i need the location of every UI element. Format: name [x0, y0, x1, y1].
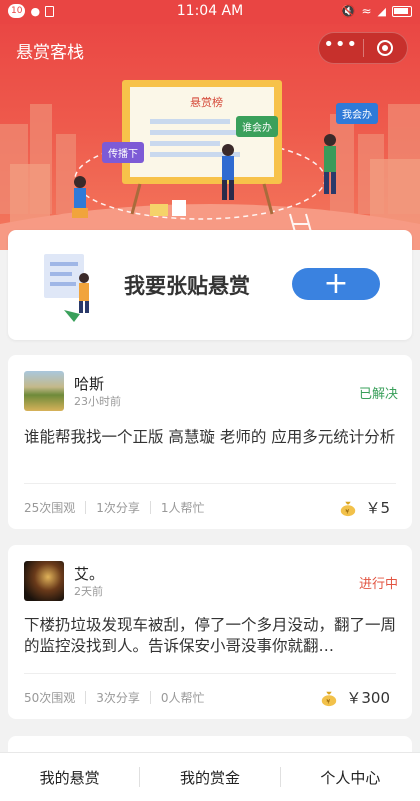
- reward: ¥ ￥300: [320, 687, 390, 708]
- tab-my-rewards[interactable]: 我的赏金: [140, 767, 279, 788]
- tag-me: 我会办: [336, 103, 378, 124]
- post-time: 23小时前: [74, 395, 121, 408]
- view-count: 25次围观: [24, 501, 76, 515]
- status-badge: 进行中: [358, 577, 398, 592]
- post-illustration-icon: [44, 254, 89, 322]
- task-content: 下楼扔垃圾发现车被刮，停了一个多月没动，翻了一周的监控没找到人。告诉保安小哥没事…: [24, 616, 397, 655]
- tab-bar: 我的悬赏 我的赏金 个人中心: [0, 752, 420, 801]
- status-bar: 10 ● 11:04 AM 🔇 ≈ ◢: [0, 0, 420, 24]
- wifi-icon: ≈: [361, 4, 372, 18]
- reward-amount: ￥5: [365, 499, 390, 517]
- helper-count: 1人帮忙: [160, 501, 205, 515]
- task-stats: 50次围观 3次分享 0人帮忙: [24, 689, 205, 706]
- post-time: 2天前: [74, 585, 103, 598]
- more-dots-icon[interactable]: •••: [319, 33, 363, 63]
- svg-text:¥: ¥: [346, 508, 350, 515]
- tag-who: 谁会办: [236, 116, 278, 137]
- money-bag-icon: ¥: [341, 501, 356, 516]
- view-count: 50次围观: [24, 691, 76, 705]
- tab-profile[interactable]: 个人中心: [281, 767, 420, 788]
- avatar: [24, 371, 64, 411]
- share-count: 3次分享: [96, 691, 140, 705]
- user-name: 哈斯: [74, 375, 105, 393]
- helper-count: 0人帮忙: [160, 691, 205, 705]
- board-title: 悬赏榜: [190, 95, 223, 109]
- reward: ¥ ￥5: [339, 497, 390, 518]
- target-circle-icon[interactable]: [364, 33, 408, 63]
- reward-amount: ￥300: [346, 689, 390, 707]
- task-card[interactable]: 哈斯 23小时前 已解决 谁能帮我找一个正版 高慧璇 老师的 应用多元统计分析 …: [8, 355, 412, 529]
- avatar: [24, 561, 64, 601]
- header-banner: 悬赏客栈 ••• 悬赏榜 传播下 谁会办 我会办: [0, 24, 420, 250]
- share-count: 1次分享: [96, 501, 140, 515]
- svg-text:¥: ¥: [327, 698, 331, 705]
- app-title: 悬赏客栈: [16, 43, 84, 63]
- status-badge: 已解决: [358, 387, 398, 402]
- task-card[interactable]: 艾。 2天前 进行中 下楼扔垃圾发现车被刮，停了一个多月没动，翻了一周的监控没找…: [8, 545, 412, 719]
- battery-icon: [392, 5, 412, 17]
- mute-icon: 🔇: [340, 4, 356, 18]
- task-content: 谁能帮我找一个正版 高慧璇 老师的 应用多元统计分析: [24, 428, 396, 446]
- banner-illustration: 悬赏榜: [0, 80, 420, 250]
- post-bounty-button[interactable]: +: [292, 268, 380, 300]
- post-bounty-label: 我要张贴悬赏: [124, 274, 250, 298]
- task-stats: 25次围观 1次分享 1人帮忙: [24, 499, 205, 516]
- divider: [24, 483, 396, 484]
- post-bounty-card[interactable]: 我要张贴悬赏 +: [8, 230, 412, 340]
- money-bag-icon: ¥: [322, 691, 337, 706]
- tag-spread: 传播下: [102, 142, 144, 163]
- mini-program-capsule: •••: [318, 32, 408, 64]
- user-name: 艾。: [74, 565, 105, 583]
- divider: [24, 673, 396, 674]
- plus-icon: +: [323, 266, 349, 301]
- signal-icon: ◢: [377, 4, 386, 18]
- tab-my-bounties[interactable]: 我的悬赏: [0, 767, 139, 788]
